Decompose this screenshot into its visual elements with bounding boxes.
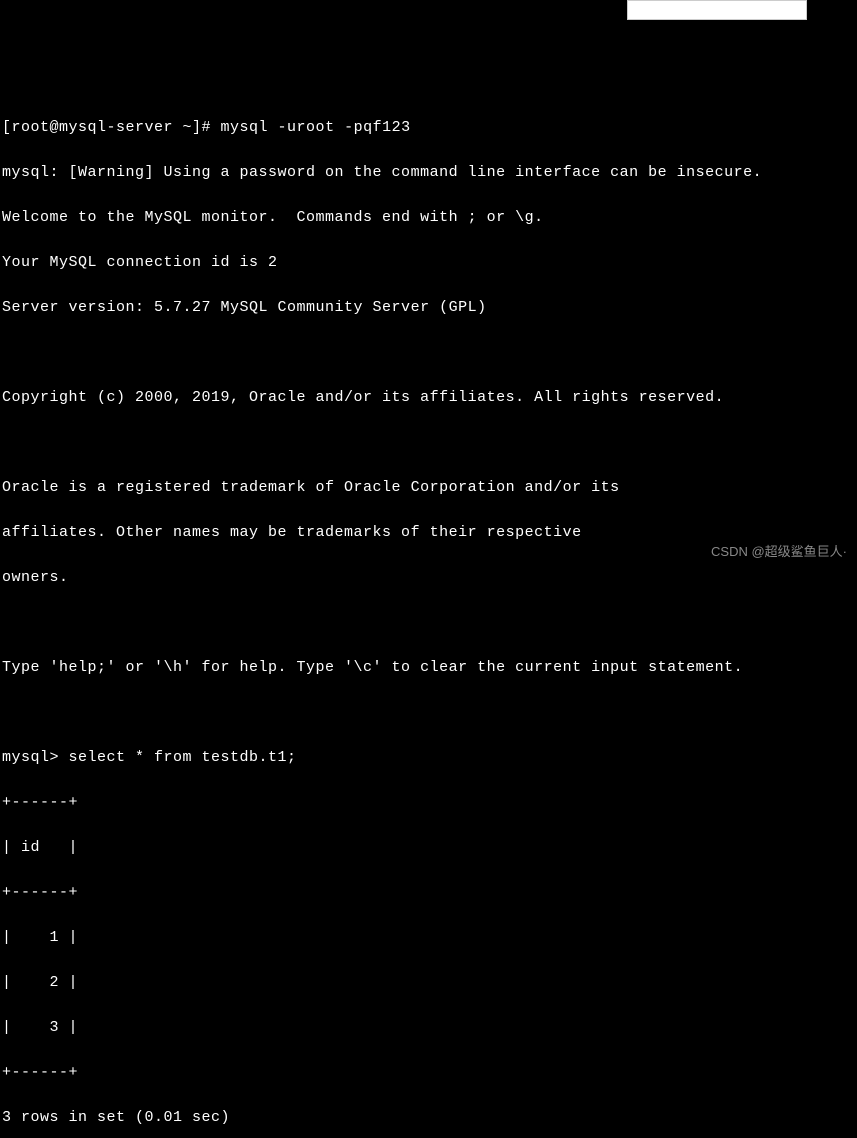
table-header: | id | (2, 837, 855, 860)
mysql-connection-id: Your MySQL connection id is 2 (2, 252, 855, 275)
mysql-trademark: Oracle is a registered trademark of Orac… (2, 477, 855, 500)
mysql-trademark: owners. (2, 567, 855, 590)
watermark-text: CSDN @超级鲨鱼巨人· (711, 542, 847, 562)
blank-line (2, 342, 855, 365)
table-row: | 1 | (2, 927, 855, 950)
table-row: | 3 | (2, 1017, 855, 1040)
terminal-output[interactable]: [root@mysql-server ~]# mysql -uroot -pqf… (2, 94, 855, 1138)
blank-line (2, 702, 855, 725)
mysql-version: Server version: 5.7.27 MySQL Community S… (2, 297, 855, 320)
sql-query: select * from testdb.t1; (69, 749, 297, 766)
blank-line (2, 432, 855, 455)
table-border: +------+ (2, 1062, 855, 1085)
mysql-copyright: Copyright (c) 2000, 2019, Oracle and/or … (2, 387, 855, 410)
blank-line (2, 612, 855, 635)
table-row: | 2 | (2, 972, 855, 995)
dropdown-overlay[interactable] (627, 0, 807, 20)
table-border: +------+ (2, 882, 855, 905)
query-result: 3 rows in set (0.01 sec) (2, 1107, 855, 1130)
shell-command: mysql -uroot -pqf123 (221, 119, 411, 136)
mysql-help: Type 'help;' or '\h' for help. Type '\c'… (2, 657, 855, 680)
mysql-welcome: Welcome to the MySQL monitor. Commands e… (2, 207, 855, 230)
table-border: +------+ (2, 792, 855, 815)
mysql-warning: mysql: [Warning] Using a password on the… (2, 162, 855, 185)
mysql-prompt: mysql> (2, 749, 69, 766)
shell-prompt: [root@mysql-server ~]# (2, 119, 221, 136)
